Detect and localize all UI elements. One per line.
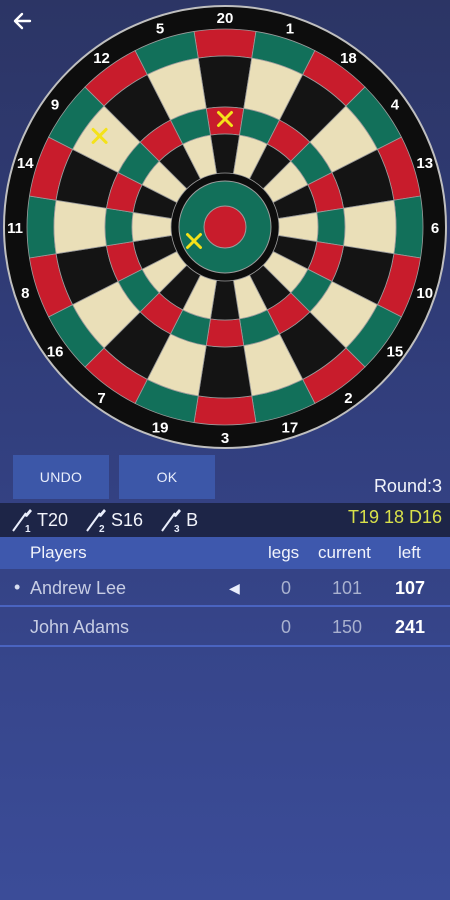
throw-value: B <box>186 509 199 530</box>
segment-number-label: 12 <box>93 50 110 67</box>
ok-button[interactable]: OK <box>119 455 215 499</box>
segment-number-label: 4 <box>391 97 400 114</box>
player-left: 107 <box>395 578 426 598</box>
legs-column-header: legs <box>268 543 300 562</box>
segment-number-label: 17 <box>282 420 299 437</box>
segment-number-label: 1 <box>286 20 294 37</box>
player-legs: 0 <box>281 617 292 637</box>
row-divider <box>0 645 450 647</box>
segment-number-label: 8 <box>21 285 29 302</box>
segment-number-label: 15 <box>387 343 404 360</box>
segment-6-treble <box>316 207 346 247</box>
segment-20-single-outer <box>197 55 253 109</box>
throw-index: 1 <box>25 524 31 533</box>
segment-number-label: 14 <box>17 155 34 172</box>
segment-6-double <box>393 195 424 259</box>
player-current: 150 <box>332 617 363 637</box>
dart-icon: 2 <box>86 509 107 533</box>
undo-button[interactable]: UNDO <box>13 455 109 499</box>
segment-number-label: 19 <box>152 420 169 437</box>
throw-index: 3 <box>174 524 180 533</box>
segment-3-single-outer <box>197 345 253 399</box>
player-left: 241 <box>395 617 426 637</box>
segment-number-label: 5 <box>156 20 164 37</box>
segment-number-label: 11 <box>7 220 23 237</box>
turn-indicator-icon: ◀ <box>229 580 240 596</box>
segment-number-label: 7 <box>97 390 105 407</box>
throw-1: 1 T20 <box>10 507 68 533</box>
segment-11-single-outer <box>53 199 107 255</box>
player-legs: 0 <box>281 578 292 598</box>
dart-icon: 1 <box>12 509 32 533</box>
active-player-bullet: • <box>14 577 21 597</box>
checkout-suggestion: T19 18 D16 <box>347 507 442 527</box>
throw-index: 2 <box>99 524 105 533</box>
current-column-header: current <box>318 543 371 562</box>
dartboard[interactable]: 20 1 18 4 13 6 10 15 2 17 3 19 7 16 8 11 14 9 12 5 <box>0 0 450 450</box>
segment-number-label: 6 <box>431 220 439 237</box>
segment-number-label: 10 <box>416 285 433 302</box>
players-column-header: Players <box>30 543 87 562</box>
throw-value: S16 <box>111 509 144 530</box>
segment-number-label: 20 <box>217 10 234 27</box>
player-row[interactable]: John Adams 0 150 241 <box>0 607 450 645</box>
segment-6-single-outer <box>343 199 397 255</box>
bullseye <box>203 205 247 249</box>
player-current: 101 <box>332 578 363 598</box>
left-column-header: left <box>398 543 421 562</box>
player-name: John Adams <box>30 617 130 637</box>
segment-number-label: 16 <box>47 343 64 360</box>
segment-number-label: 18 <box>340 50 357 67</box>
round-label: Round:3 <box>373 476 442 496</box>
segment-3-double <box>193 395 257 426</box>
segment-20-double <box>193 28 257 59</box>
player-name: Andrew Lee <box>30 578 127 598</box>
dartboard-area[interactable]: 20 1 18 4 13 6 10 15 2 17 3 19 7 16 8 11 14 9 12 5 <box>0 0 450 450</box>
throw-value: T20 <box>37 509 69 530</box>
segment-number-label: 9 <box>51 97 59 114</box>
segment-number-label: 13 <box>416 155 433 172</box>
throw-2: 2 S16 <box>84 507 143 533</box>
segment-number-label: 3 <box>221 430 229 447</box>
players-table-header: Players legs current left <box>0 537 450 569</box>
segment-11-double <box>26 195 57 259</box>
dart-icon: 3 <box>161 509 182 533</box>
segment-3-treble <box>205 318 245 348</box>
throw-3: 3 B <box>159 507 198 533</box>
segment-number-label: 2 <box>344 390 352 407</box>
player-row[interactable]: • Andrew Lee ◀ 0 101 107 <box>0 569 450 607</box>
segment-11-treble <box>104 207 134 247</box>
